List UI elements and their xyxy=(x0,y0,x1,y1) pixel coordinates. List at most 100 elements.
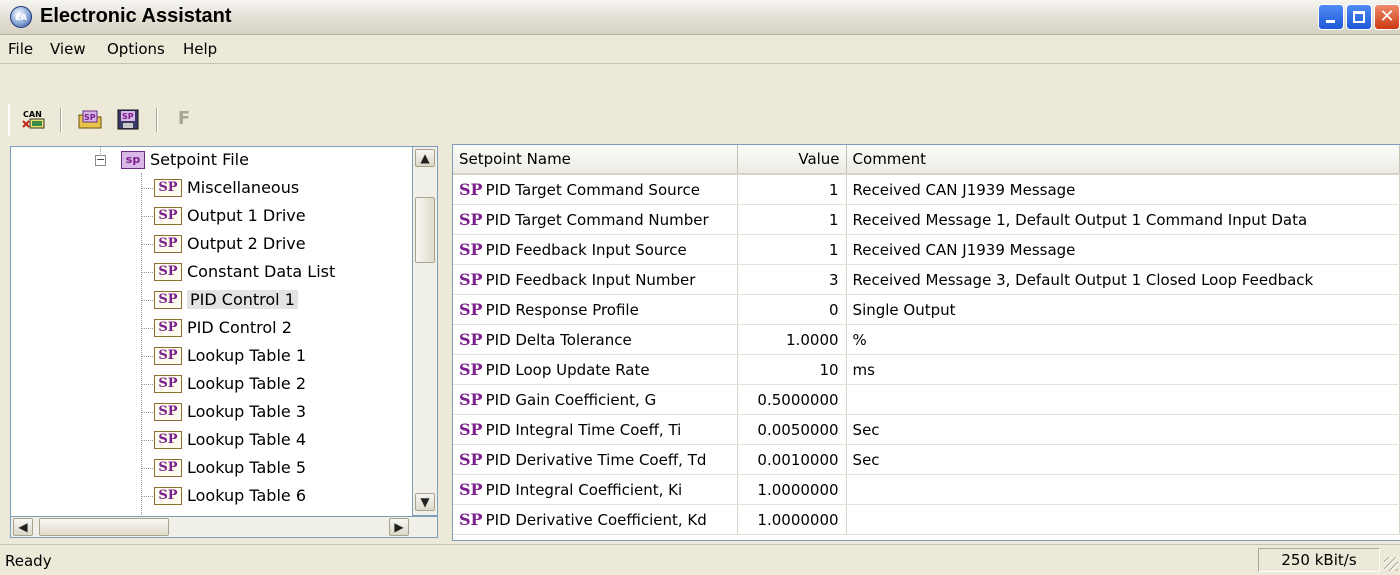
setpoint-tree[interactable]: − sp Setpoint File SP Miscellaneous SP Outp… xyxy=(10,146,413,538)
sp-icon: SP xyxy=(459,450,483,469)
tree-item-lookup-table-6[interactable]: SP Lookup Table 6 xyxy=(154,483,306,509)
setpoint-value-cell[interactable]: 10 xyxy=(737,354,847,385)
sp-icon: SP xyxy=(459,300,483,319)
setpoint-value-cell[interactable]: 0 xyxy=(737,294,847,325)
tree-item-lookup-table-3[interactable]: SP Lookup Table 3 xyxy=(154,399,306,425)
sp-icon: SP xyxy=(459,420,483,439)
setpoint-value-cell[interactable]: 0.5000000 xyxy=(737,384,847,415)
table-row[interactable]: SP PID Integral Time Coeff, Ti 0.0050000 Se… xyxy=(453,414,1400,445)
column-header-setpoint-name[interactable]: Setpoint Name xyxy=(453,145,738,175)
toolbar-strip: CAN SP SP F xyxy=(8,104,222,136)
status-text: Ready xyxy=(5,552,52,570)
tree-item-lookup-table-5[interactable]: SP Lookup Table 5 xyxy=(154,455,306,481)
setpoint-name-cell: SP PID Target Command Number xyxy=(453,204,738,235)
sp-icon: SP xyxy=(459,210,483,229)
setpoint-value-cell[interactable]: 1 xyxy=(737,204,847,235)
tree-item-constant-data-list[interactable]: SP Constant Data List xyxy=(154,259,335,285)
setpoint-list[interactable]: Setpoint Name Value Comment SP PID Target… xyxy=(452,144,1400,541)
setpoint-value-cell[interactable]: 1 xyxy=(737,234,847,265)
setpoint-name: PID Derivative Coefficient, Kd xyxy=(485,511,707,529)
sp-icon: SP xyxy=(459,270,483,289)
scroll-left-button[interactable]: ◀ xyxy=(13,518,33,536)
scroll-thumb-horizontal[interactable] xyxy=(39,518,169,536)
table-row[interactable]: SP PID Target Command Source 1 Received CAN… xyxy=(453,174,1400,205)
table-row[interactable]: SP PID Derivative Time Coeff, Td 0.0010000… xyxy=(453,444,1400,475)
setpoint-name: PID Feedback Input Source xyxy=(485,241,687,259)
setpoint-value-cell[interactable]: 1 xyxy=(737,174,847,205)
tree-item-miscellaneous[interactable]: SP Miscellaneous xyxy=(154,175,299,201)
table-row[interactable]: SP PID Integral Coefficient, Ki 1.0000000 xyxy=(453,474,1400,505)
tree-item-output-2-drive[interactable]: SP Output 2 Drive xyxy=(154,231,306,257)
tree-item-pid-control-2[interactable]: SP PID Control 2 xyxy=(154,315,292,341)
setpoint-comment-cell: Received Message 3, Default Output 1 Clo… xyxy=(846,264,1400,295)
table-row[interactable]: SP PID Derivative Coefficient, Kd 1.000000… xyxy=(453,504,1400,535)
setpoint-comment-cell: Received Message 1, Default Output 1 Com… xyxy=(846,204,1400,235)
tree-item-pid-control-1[interactable]: SP PID Control 1 xyxy=(154,287,298,313)
setpoint-value-cell[interactable]: 0.0010000 xyxy=(737,444,847,475)
save-setpoint-button[interactable]: SP xyxy=(114,107,142,131)
svg-text:SP: SP xyxy=(122,112,134,121)
scroll-right-button[interactable]: ▶ xyxy=(389,518,409,536)
sp-icon: SP xyxy=(154,178,182,197)
tree-vertical-scrollbar[interactable]: ▲ ▼ xyxy=(413,146,438,516)
tree-item-lookup-table-4[interactable]: SP Lookup Table 4 xyxy=(154,427,306,453)
menu-options[interactable]: Options xyxy=(107,40,165,58)
tree-item-label: Lookup Table 3 xyxy=(187,402,307,421)
setpoint-comment-cell: Single Output xyxy=(846,294,1400,325)
setpoint-name: PID Integral Time Coeff, Ti xyxy=(485,421,682,439)
setpoint-name: PID Feedback Input Number xyxy=(485,271,696,289)
tree-item-label: Output 1 Drive xyxy=(187,206,306,225)
tree-item-output-1-drive[interactable]: SP Output 1 Drive xyxy=(154,203,306,229)
table-row[interactable]: SP PID Feedback Input Source 1 Received CAN… xyxy=(453,234,1400,265)
tree-item-lookup-table-2[interactable]: SP Lookup Table 2 xyxy=(154,371,306,397)
minimize-icon xyxy=(1326,20,1335,23)
flash-button[interactable]: F xyxy=(170,107,198,131)
table-row[interactable]: SP PID Target Command Number 1 Received Mes… xyxy=(453,204,1400,235)
table-row[interactable]: SP PID Loop Update Rate 10 ms xyxy=(453,354,1400,385)
column-header-comment[interactable]: Comment xyxy=(846,145,1400,175)
toolbar-separator xyxy=(156,108,158,132)
tree-item-label: Constant Data List xyxy=(187,262,336,281)
scroll-thumb[interactable] xyxy=(415,197,435,263)
table-row[interactable]: SP PID Delta Tolerance 1.0000% xyxy=(453,324,1400,355)
can-connect-button[interactable]: CAN xyxy=(20,107,48,131)
svg-text:SP: SP xyxy=(84,113,96,122)
table-row[interactable]: SP PID Feedback Input Number 3 Received Mes… xyxy=(453,264,1400,295)
menu-view[interactable]: View xyxy=(50,40,86,58)
tree-root-label: Setpoint File xyxy=(150,150,249,169)
setpoint-name: PID Target Command Source xyxy=(485,181,700,199)
setpoint-value-cell[interactable]: 1.0000 xyxy=(737,324,847,355)
sp-icon: SP xyxy=(154,262,182,281)
table-row[interactable]: SP PID Response Profile 0 Single Output xyxy=(453,294,1400,325)
minimize-button[interactable] xyxy=(1318,4,1344,30)
setpoint-comment-cell xyxy=(846,504,1400,535)
table-row[interactable]: SP PID Gain Coefficient, G 0.5000000 xyxy=(453,384,1400,415)
tree-root-setpoint-file[interactable]: sp Setpoint File xyxy=(121,147,249,173)
scroll-down-button[interactable]: ▼ xyxy=(415,493,435,511)
setpoint-name-cell: SP PID Feedback Input Source xyxy=(453,234,738,265)
setpoint-value-cell[interactable]: 3 xyxy=(737,264,847,295)
open-setpoint-button[interactable]: SP xyxy=(76,107,104,131)
setpoint-value-cell[interactable]: 1.0000000 xyxy=(737,474,847,505)
setpoint-comment-cell: % xyxy=(846,324,1400,355)
setpoint-comment-cell: Received CAN J1939 Message xyxy=(846,234,1400,265)
menu-bar: File View Options Help xyxy=(0,35,1400,64)
scroll-up-button[interactable]: ▲ xyxy=(415,149,435,167)
setpoint-value-cell[interactable]: 0.0050000 xyxy=(737,414,847,445)
menu-help[interactable]: Help xyxy=(183,40,217,58)
resize-grip[interactable] xyxy=(1384,557,1398,571)
collapse-toggle[interactable]: − xyxy=(95,154,106,166)
column-header-value[interactable]: Value xyxy=(737,145,847,175)
maximize-button[interactable] xyxy=(1346,4,1372,30)
sp-icon: SP xyxy=(154,486,182,505)
maximize-icon xyxy=(1353,11,1365,23)
setpoint-name-cell: SP PID Loop Update Rate xyxy=(453,354,738,385)
close-button[interactable]: ✕ xyxy=(1374,4,1400,30)
tree-item-lookup-table-1[interactable]: SP Lookup Table 1 xyxy=(154,343,306,369)
tree-guide-line xyxy=(141,173,142,517)
status-bar: Ready 250 kBit/s xyxy=(0,544,1400,575)
setpoint-name-cell: SP PID Integral Coefficient, Ki xyxy=(453,474,738,505)
tree-horizontal-scrollbar[interactable]: ◀ ▶ xyxy=(10,516,438,538)
setpoint-value-cell[interactable]: 1.0000000 xyxy=(737,504,847,535)
menu-file[interactable]: File xyxy=(8,40,33,58)
